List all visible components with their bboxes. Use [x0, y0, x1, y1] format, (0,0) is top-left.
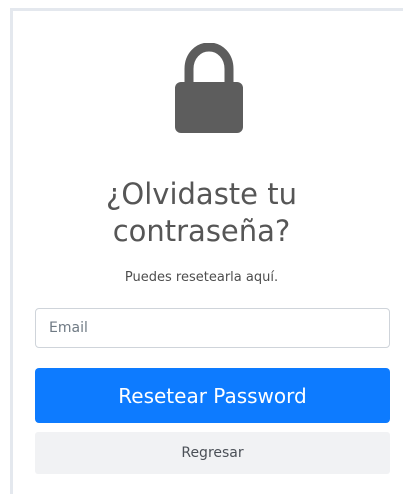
page-subtitle: Puedes resetearla aquí.	[124, 270, 279, 285]
reset-password-button[interactable]: Resetear Password	[35, 368, 390, 423]
page-title-line-2: contraseña?	[112, 214, 291, 248]
page-title-line-1: ¿Olvidaste tu	[106, 177, 297, 211]
back-button[interactable]: Regresar	[35, 432, 390, 474]
page-title: ¿Olvidaste tu contraseña?	[0, 176, 403, 250]
lock-body	[175, 82, 243, 133]
email-field[interactable]	[35, 308, 390, 348]
lock-shackle	[184, 43, 234, 83]
lock-icon	[175, 43, 243, 133]
